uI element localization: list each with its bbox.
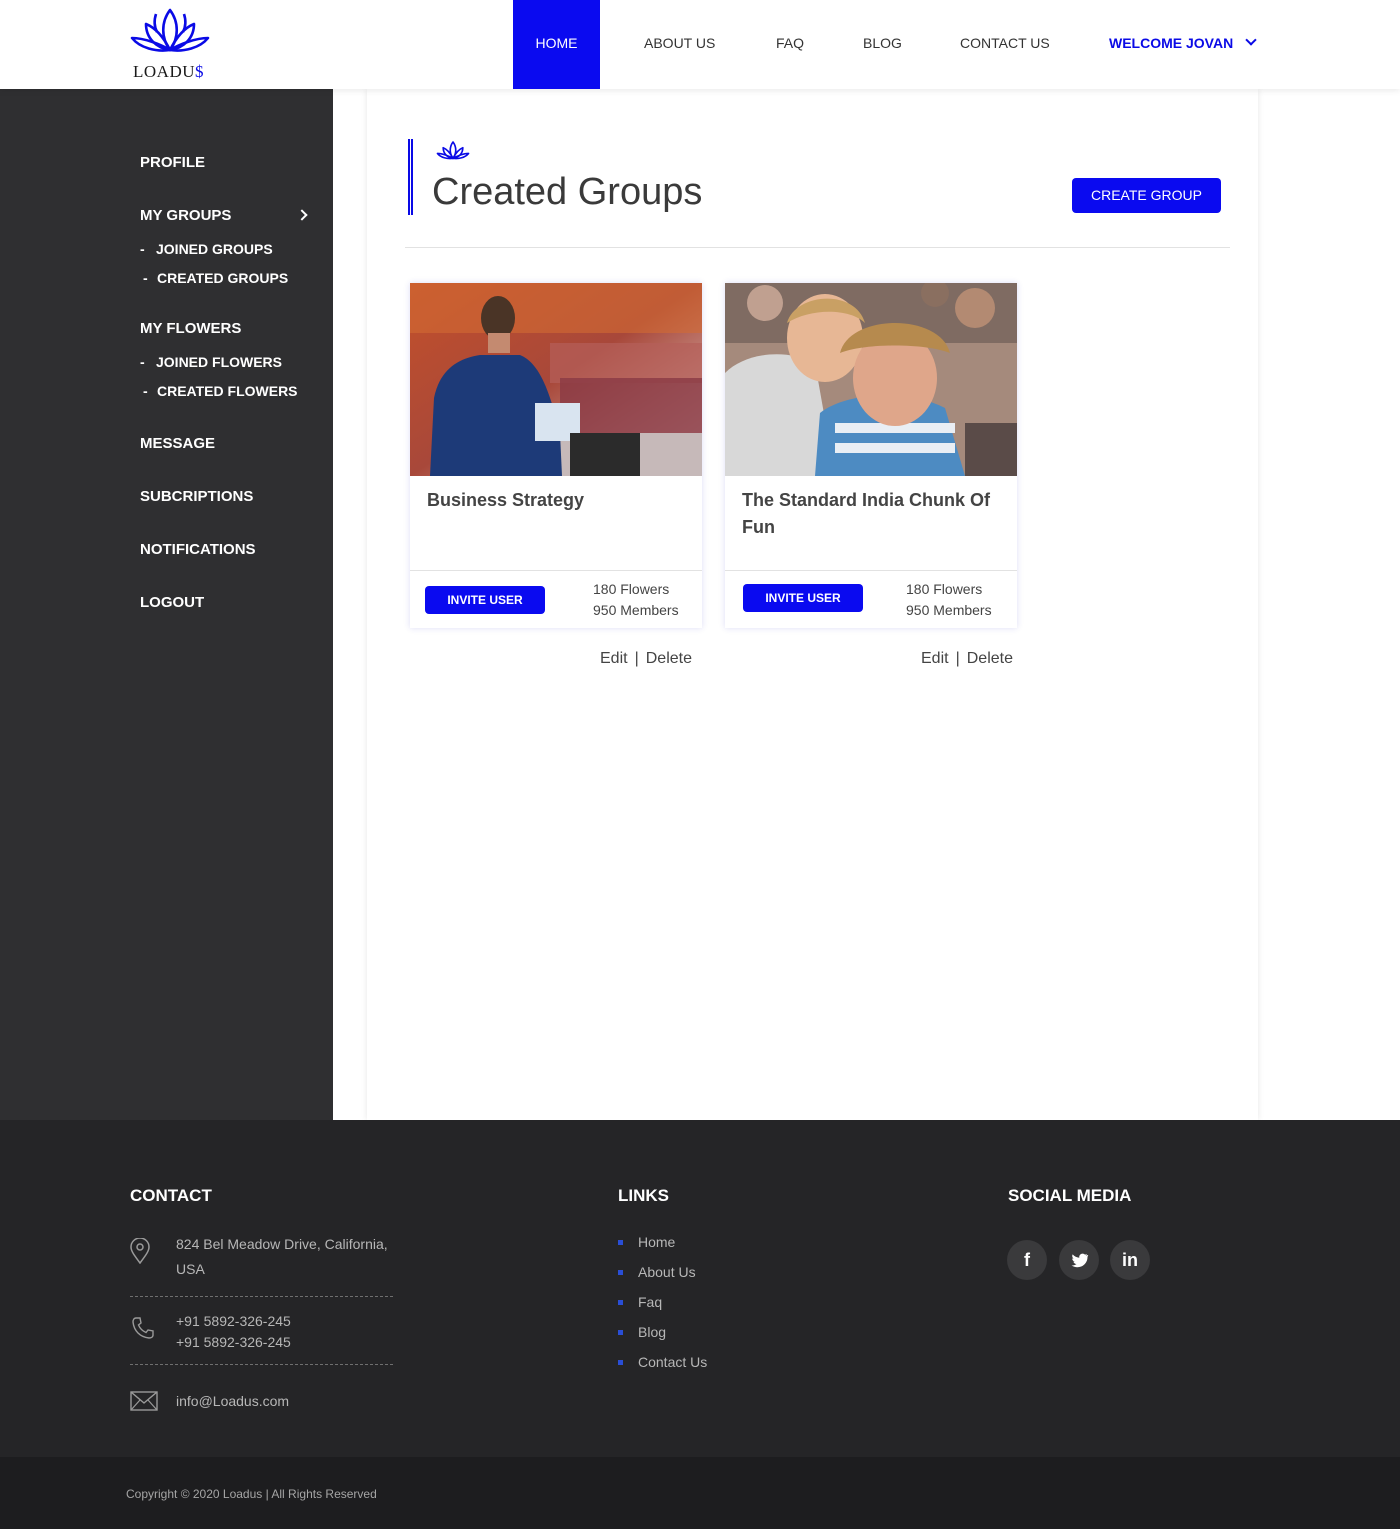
group-title: The Standard India Chunk Of Fun — [742, 490, 991, 537]
sidebar-item-joined-groups[interactable]: - JOINED GROUPS — [140, 241, 273, 257]
footer-link-about-us[interactable]: About Us — [618, 1264, 696, 1280]
welcome-label: WELCOME JOVAN — [1109, 35, 1234, 51]
sidebar-item-subscriptions[interactable]: SUBCRIPTIONS — [140, 488, 253, 505]
contact-address: 824 Bel Meadow Drive, California, USA — [176, 1236, 388, 1277]
action-separator: | — [955, 650, 960, 667]
nav-faq[interactable]: FAQ — [776, 0, 804, 89]
logo-wordmark: LOADU$ — [133, 62, 204, 81]
facebook-icon[interactable]: f — [1007, 1240, 1047, 1280]
members-count: 950 Members — [906, 602, 992, 618]
sidebar-item-joined-flowers[interactable]: - JOINED FLOWERS — [140, 354, 282, 370]
site-footer: CONTACT 824 Bel Meadow Drive, California… — [0, 1120, 1400, 1457]
twitter-icon[interactable] — [1059, 1240, 1099, 1280]
contact-divider — [130, 1364, 393, 1365]
user-menu[interactable]: WELCOME JOVAN — [1109, 0, 1257, 89]
lotus-icon — [130, 8, 210, 52]
footer-link-contact-us[interactable]: Contact Us — [618, 1354, 707, 1370]
footer-link-home[interactable]: Home — [618, 1234, 675, 1250]
delete-link[interactable]: Delete — [646, 650, 692, 667]
nav-about-us[interactable]: ABOUT US — [644, 0, 715, 89]
map-pin-icon — [130, 1238, 150, 1264]
copyright-text: Copyright © 2020 Loadus | All Rights Res… — [126, 1487, 377, 1501]
chevron-down-icon — [1245, 34, 1257, 46]
group-image-friends[interactable] — [725, 283, 1017, 476]
edit-link[interactable]: Edit — [600, 650, 628, 667]
invite-user-button[interactable]: INVITE USER — [743, 584, 863, 612]
nav-home[interactable]: HOME — [513, 0, 600, 89]
create-group-button[interactable]: CREATE GROUP — [1072, 178, 1221, 213]
invite-user-button[interactable]: INVITE USER — [425, 586, 545, 614]
sidebar: PROFILE MY GROUPS - JOINED GROUPS - CREATE… — [0, 89, 333, 1120]
sidebar-item-notifications[interactable]: NOTIFICATIONS — [140, 541, 256, 558]
nav-blog[interactable]: BLOG — [863, 0, 902, 89]
contact-phone-2: +91 5892-326-245 — [176, 1334, 291, 1350]
sidebar-item-message[interactable]: MESSAGE — [140, 435, 215, 452]
links-heading: LINKS — [618, 1186, 669, 1205]
site-logo[interactable]: LOADU$ — [124, 4, 216, 84]
bullet-icon — [618, 1240, 623, 1245]
group-card: The Standard India Chunk Of Fun INVITE U… — [725, 283, 1017, 628]
nav-contact-us[interactable]: CONTACT US — [960, 0, 1050, 89]
sidebar-item-created-groups[interactable]: - CREATED GROUPS — [143, 270, 288, 286]
card-divider — [725, 570, 1017, 571]
top-header: LOADU$ HOME ABOUT US FAQ BLOG CONTACT US… — [0, 0, 1400, 89]
flowers-count: 180 Flowers — [593, 581, 670, 597]
bullet-icon — [618, 1360, 623, 1365]
bullet-icon — [618, 1330, 623, 1335]
lotus-icon — [436, 141, 470, 160]
delete-link[interactable]: Delete — [967, 650, 1013, 667]
title-accent-bar — [408, 139, 413, 215]
contact-divider — [130, 1296, 393, 1297]
bullet-icon — [618, 1300, 623, 1305]
edit-link[interactable]: Edit — [921, 650, 949, 667]
page-title: Created Groups — [432, 171, 703, 213]
sidebar-item-my-flowers[interactable]: MY FLOWERS — [140, 320, 241, 337]
sidebar-item-logout[interactable]: LOGOUT — [140, 594, 204, 611]
flowers-count: 180 Flowers — [906, 581, 983, 597]
group-title: Business Strategy — [427, 490, 585, 510]
sidebar-item-profile[interactable]: PROFILE — [140, 154, 205, 171]
bullet-icon — [618, 1270, 623, 1275]
main-content: Created Groups CREATE GROUP Business Str… — [367, 89, 1258, 1120]
contact-heading: CONTACT — [130, 1186, 212, 1205]
linkedin-icon[interactable]: in — [1110, 1240, 1150, 1280]
contact-email[interactable]: info@Loadus.com — [176, 1389, 289, 1414]
phone-icon — [132, 1317, 154, 1339]
card-actions: Edit | Delete — [600, 650, 692, 668]
mail-icon — [130, 1391, 158, 1411]
members-count: 950 Members — [593, 602, 679, 618]
group-card: Business Strategy INVITE USER 180 Flower… — [410, 283, 702, 628]
card-divider — [410, 570, 702, 571]
footer-link-faq[interactable]: Faq — [618, 1294, 662, 1310]
action-separator: | — [634, 650, 639, 667]
sidebar-item-my-groups[interactable]: MY GROUPS — [140, 207, 231, 224]
card-actions: Edit | Delete — [921, 650, 1013, 668]
social-heading: SOCIAL MEDIA — [1008, 1186, 1132, 1205]
chevron-right-icon[interactable] — [296, 209, 308, 221]
group-stats: 180 Flowers 950 Members — [593, 579, 679, 621]
sidebar-item-created-flowers[interactable]: - CREATED FLOWERS — [143, 383, 298, 399]
contact-phone-1: +91 5892-326-245 — [176, 1313, 291, 1329]
copyright-bar: Copyright © 2020 Loadus | All Rights Res… — [0, 1457, 1400, 1529]
group-stats: 180 Flowers 950 Members — [906, 579, 992, 621]
group-image-conference[interactable] — [410, 283, 702, 476]
title-divider — [405, 247, 1230, 248]
footer-link-blog[interactable]: Blog — [618, 1324, 666, 1340]
